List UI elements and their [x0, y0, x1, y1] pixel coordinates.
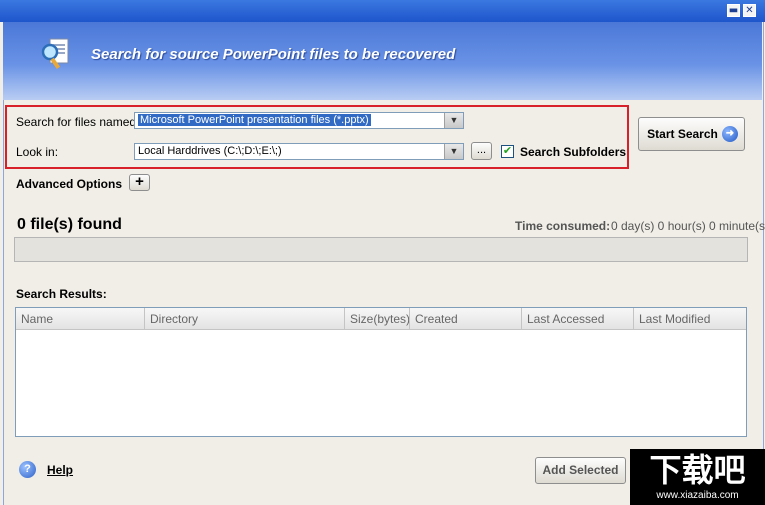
banner: Search for source PowerPoint files to be…	[3, 22, 762, 100]
column-header-name[interactable]: Name	[16, 308, 145, 329]
chevron-down-icon[interactable]: ▼	[444, 113, 463, 128]
column-header-directory[interactable]: Directory	[145, 308, 345, 329]
file-type-dropdown[interactable]: Microsoft PowerPoint presentation files …	[134, 112, 464, 129]
column-header-last-accessed[interactable]: Last Accessed	[522, 308, 634, 329]
start-search-button[interactable]: Start Search ➜	[638, 117, 745, 151]
arrow-right-icon: ➜	[722, 126, 738, 142]
column-header-created[interactable]: Created	[410, 308, 522, 329]
search-results-label: Search Results:	[16, 287, 107, 301]
look-in-value: Local Harddrives (C:\;D:\;E:\;)	[138, 145, 282, 157]
files-found-count: 0 file(s) found	[17, 216, 122, 233]
look-in-dropdown[interactable]: Local Harddrives (C:\;D:\;E:\;) ▼	[134, 143, 464, 160]
help-link[interactable]: Help	[47, 463, 73, 477]
watermark-text: 下载吧	[649, 451, 746, 489]
document-search-icon	[41, 38, 69, 70]
watermark-url: www.xiazaiba.com	[656, 490, 739, 501]
title-bar: ▬ ✕	[0, 0, 765, 22]
advanced-options-label: Advanced Options	[16, 177, 123, 191]
chevron-down-icon[interactable]: ▼	[444, 144, 463, 159]
help-icon[interactable]: ?	[19, 461, 36, 478]
file-type-value: Microsoft PowerPoint presentation files …	[138, 114, 371, 126]
minimize-button[interactable]: ▬	[727, 4, 740, 17]
search-subfolders-label: Search Subfolders	[520, 145, 627, 159]
look-in-label: Look in:	[16, 145, 59, 159]
expand-advanced-options-button[interactable]: +	[129, 174, 150, 191]
add-selected-button[interactable]: Add Selected	[535, 457, 626, 484]
column-header-last-modified[interactable]: Last Modified	[634, 308, 746, 329]
files-named-label: Search for files named:	[16, 115, 140, 129]
plus-icon: +	[135, 173, 144, 190]
column-header-size[interactable]: Size(bytes)	[345, 308, 410, 329]
search-progress-bar	[14, 237, 748, 262]
search-subfolders-checkbox[interactable]: ✔	[501, 145, 514, 158]
close-button[interactable]: ✕	[743, 4, 756, 17]
search-results-table[interactable]: Name Directory Size(bytes) Created Last …	[15, 307, 747, 437]
watermark: 下载吧 www.xiazaiba.com	[630, 449, 765, 505]
start-search-label: Start Search	[647, 127, 718, 141]
browse-button[interactable]: ...	[471, 142, 492, 160]
banner-title: Search for source PowerPoint files to be…	[91, 46, 456, 63]
table-header: Name Directory Size(bytes) Created Last …	[16, 308, 746, 330]
time-consumed-label: Time consumed:	[515, 219, 611, 233]
time-consumed-value: 0 day(s) 0 hour(s) 0 minute(s)	[611, 219, 765, 233]
